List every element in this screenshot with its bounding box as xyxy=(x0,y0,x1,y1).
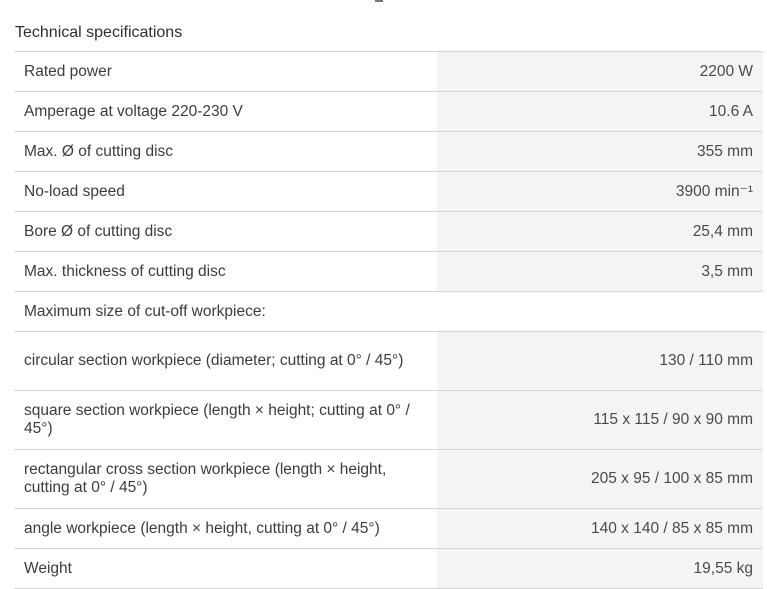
spec-value: 205 x 95 / 100 x 85 mm xyxy=(437,449,763,509)
spec-label: Rated power xyxy=(14,51,437,92)
spec-value: 140 x 140 / 85 x 85 mm xyxy=(437,508,763,549)
spec-label: Max. thickness of cutting disc xyxy=(14,251,437,292)
spec-row-max-workpiece-heading: Maximum size of cut-off workpiece: xyxy=(14,291,763,332)
spec-value: 3900 min⁻¹ xyxy=(437,171,763,212)
top-divider-mark xyxy=(375,0,383,2)
spec-row-amperage: Amperage at voltage 220-230 V 10.6 A xyxy=(14,91,763,132)
spec-label: Bore Ø of cutting disc xyxy=(14,211,437,252)
spec-value: 115 x 115 / 90 x 90 mm xyxy=(437,390,763,450)
spec-label: Max. Ø of cutting disc xyxy=(14,131,437,172)
spec-value: 3,5 mm xyxy=(437,251,763,292)
spec-label: circular section workpiece (diameter; cu… xyxy=(14,331,437,391)
spec-label: Maximum size of cut-off workpiece: xyxy=(14,291,437,332)
spec-value: 355 mm xyxy=(437,131,763,172)
spec-row-rectangular-section: rectangular cross section workpiece (len… xyxy=(14,449,763,509)
spec-row-rated-power: Rated power 2200 W xyxy=(14,51,763,92)
spec-label: No-load speed xyxy=(14,171,437,212)
spec-value: 10.6 A xyxy=(437,91,763,132)
spec-value: 130 / 110 mm xyxy=(437,331,763,391)
spec-label: rectangular cross section workpiece (len… xyxy=(14,449,437,509)
spec-label: angle workpiece (length × height, cuttin… xyxy=(14,508,437,549)
spec-label: Weight xyxy=(14,548,437,589)
spec-row-max-disc-thickness: Max. thickness of cutting disc 3,5 mm xyxy=(14,251,763,292)
spec-row-bore-diameter: Bore Ø of cutting disc 25,4 mm xyxy=(14,211,763,252)
spec-row-no-load-speed: No-load speed 3900 min⁻¹ xyxy=(14,171,763,212)
spec-label: square section workpiece (length × heigh… xyxy=(14,390,437,450)
spec-row-weight: Weight 19,55 kg xyxy=(14,548,763,589)
spec-table: Rated power 2200 W Amperage at voltage 2… xyxy=(14,51,763,589)
spec-value: 2200 W xyxy=(437,51,763,92)
spec-row-circular-section: circular section workpiece (diameter; cu… xyxy=(14,331,763,391)
spec-value xyxy=(437,291,763,332)
spec-label: Amperage at voltage 220-230 V xyxy=(14,91,437,132)
spec-row-angle-workpiece: angle workpiece (length × height, cuttin… xyxy=(14,508,763,549)
spec-value: 19,55 kg xyxy=(437,548,763,589)
spec-row-square-section: square section workpiece (length × heigh… xyxy=(14,390,763,450)
spec-row-max-disc-diameter: Max. Ø of cutting disc 355 mm xyxy=(14,131,763,172)
section-title: Technical specifications xyxy=(15,24,183,41)
spec-value: 25,4 mm xyxy=(437,211,763,252)
